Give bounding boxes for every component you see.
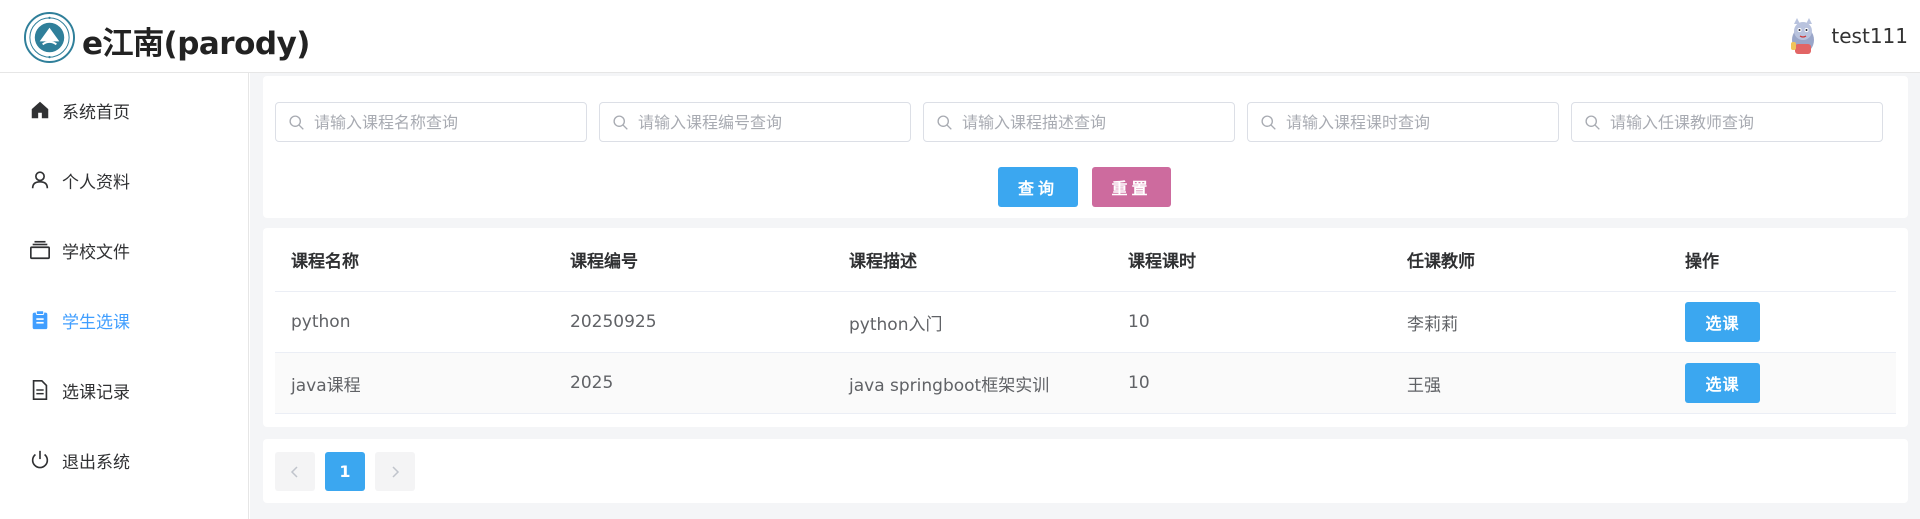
document-icon — [32, 380, 48, 400]
course-code-search-field[interactable] — [599, 102, 911, 142]
prev-page-button[interactable] — [275, 452, 315, 491]
sidebar-item-label: 系统首页 — [62, 102, 130, 123]
course-hours-cell: 10 — [1128, 373, 1150, 393]
top-header: e江南(parody) test111 — [0, 0, 1920, 73]
clipboard-icon — [32, 310, 48, 330]
search-icon — [937, 114, 952, 130]
sidebar-item-label: 学生选课 — [62, 312, 130, 333]
select-course-button[interactable]: 选课 — [1685, 302, 1760, 342]
query-button[interactable]: 查询 — [998, 167, 1078, 207]
page-number-button[interactable]: 1 — [325, 452, 365, 491]
sidebar-item-label: 选课记录 — [62, 382, 130, 403]
column-header: 任课教师 — [1407, 252, 1475, 272]
reset-button[interactable]: 重置 — [1092, 167, 1171, 207]
table-row: java课程 2025 java springboot框架实训 10 王强 选课 — [275, 353, 1896, 414]
table-row: python 20250925 python入门 10 李莉莉 选课 — [275, 292, 1896, 353]
sidebar-item-home[interactable]: 系统首页 — [0, 86, 249, 134]
university-logo-icon — [24, 12, 75, 63]
sidebar-item-course-select[interactable]: 学生选课 — [0, 296, 249, 344]
sidebar-item-label: 学校文件 — [62, 242, 130, 263]
course-name-cell: java课程 — [291, 375, 361, 396]
course-hours-search-field[interactable] — [1247, 102, 1559, 142]
column-header: 课程名称 — [291, 252, 359, 272]
select-course-button[interactable]: 选课 — [1685, 363, 1760, 403]
user-icon — [31, 171, 49, 189]
sidebar: 系统首页 个人资料 学校文件 学生选课 选课记录 退出系统 — [0, 73, 249, 519]
search-icon — [1585, 114, 1600, 130]
search-icon — [289, 114, 304, 130]
table-header-row: 课程名称 课程编号 课程描述 课程课时 任课教师 操作 — [275, 228, 1896, 292]
user-menu[interactable]: test111 — [1783, 14, 1908, 58]
sidebar-item-label: 退出系统 — [62, 452, 130, 473]
course-name-cell: python — [291, 312, 351, 332]
column-header: 课程描述 — [849, 252, 917, 272]
sidebar-item-profile[interactable]: 个人资料 — [0, 156, 249, 204]
column-header: 操作 — [1685, 252, 1719, 272]
course-desc-cell: java springboot框架实训 — [849, 375, 1050, 396]
sidebar-item-files[interactable]: 学校文件 — [0, 226, 249, 274]
search-panel: 查询 重置 — [263, 76, 1908, 218]
teacher-input[interactable] — [1610, 103, 1874, 141]
pagination: 1 — [263, 439, 1908, 503]
search-icon — [1261, 114, 1276, 130]
course-hours-cell: 10 — [1128, 312, 1150, 332]
course-desc-cell: python入门 — [849, 314, 943, 335]
power-icon — [31, 450, 49, 469]
sidebar-item-logout[interactable]: 退出系统 — [0, 436, 249, 484]
column-header: 课程课时 — [1128, 252, 1196, 272]
teacher-search-field[interactable] — [1571, 102, 1883, 142]
column-header: 课程编号 — [570, 252, 638, 272]
home-icon — [31, 101, 49, 119]
course-code-cell: 20250925 — [570, 312, 657, 332]
sidebar-item-label: 个人资料 — [62, 172, 130, 193]
teacher-cell: 李莉莉 — [1407, 314, 1458, 335]
course-table: 课程名称 课程编号 课程描述 课程课时 任课教师 操作 python 20250… — [263, 228, 1908, 427]
teacher-cell: 王强 — [1407, 375, 1441, 396]
chevron-left-icon — [290, 465, 298, 478]
action-cell: 选课 — [1685, 292, 1760, 352]
course-code-input[interactable] — [638, 103, 902, 141]
course-code-cell: 2025 — [570, 373, 614, 393]
username-label: test111 — [1831, 24, 1908, 48]
course-desc-search-field[interactable] — [923, 102, 1235, 142]
action-cell: 选课 — [1685, 353, 1760, 413]
course-desc-input[interactable] — [962, 103, 1226, 141]
sidebar-item-records[interactable]: 选课记录 — [0, 366, 249, 414]
avatar-icon — [1791, 18, 1815, 54]
course-name-search-field[interactable] — [275, 102, 587, 142]
main-content: 查询 重置 课程名称 课程编号 课程描述 课程课时 任课教师 操作 python… — [250, 73, 1920, 519]
files-icon — [30, 240, 50, 260]
next-page-button[interactable] — [375, 452, 415, 491]
course-hours-input[interactable] — [1286, 103, 1550, 141]
app-title: e江南(parody) — [82, 26, 310, 62]
search-icon — [613, 114, 628, 130]
chevron-right-icon — [392, 465, 400, 478]
course-name-input[interactable] — [314, 103, 578, 141]
